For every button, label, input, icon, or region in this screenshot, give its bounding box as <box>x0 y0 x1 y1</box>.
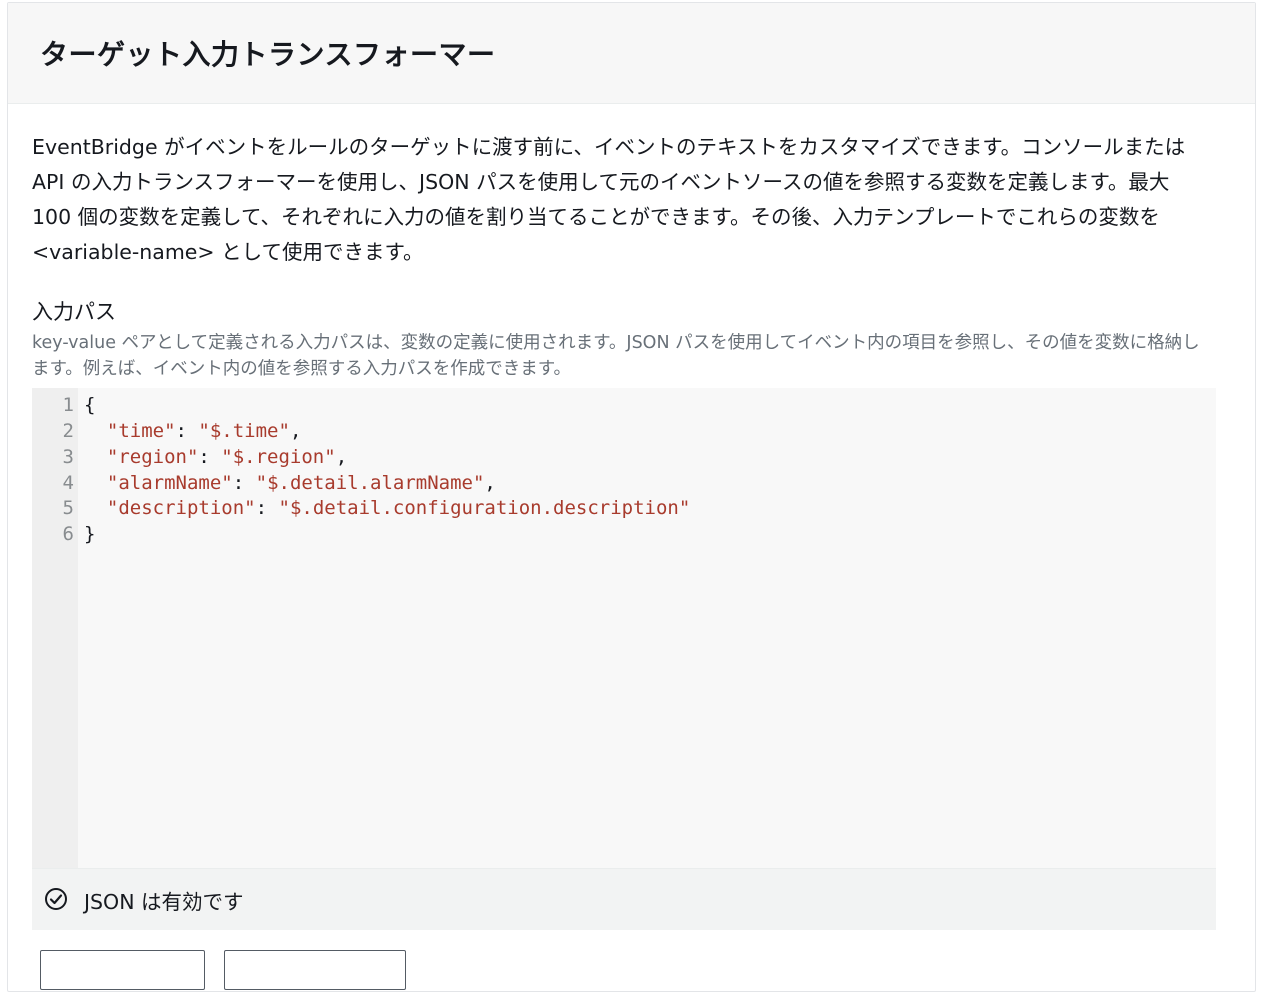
line-number: 1 <box>62 394 74 416</box>
line-number-gutter: 1 2 3 4 5 6 <box>32 388 78 868</box>
panel-header: ターゲット入力トランスフォーマー <box>8 3 1255 104</box>
code-brace-open: { <box>84 394 96 416</box>
json-value: "$.region" <box>221 446 336 468</box>
json-key: "description" <box>106 497 256 519</box>
code-brace-close: } <box>84 523 96 545</box>
code-line[interactable]: { <box>84 394 95 416</box>
code-editor-body[interactable]: 1 2 3 4 5 6 { "time": "$.time", "region"… <box>32 388 1216 868</box>
json-comma: , <box>335 446 348 468</box>
json-valid-text: JSON は有効です <box>84 890 244 914</box>
line-number: 3 <box>62 446 74 468</box>
panel-title: ターゲット入力トランスフォーマー <box>40 38 496 71</box>
json-separator: : <box>175 420 199 442</box>
line-number: 6 <box>62 523 74 545</box>
action-button-primary[interactable] <box>40 950 205 990</box>
json-key: "alarmName" <box>106 472 233 494</box>
json-key: "region" <box>106 446 199 468</box>
code-line[interactable]: "description": "$.detail.configuration.d… <box>84 497 690 519</box>
check-circle-icon <box>45 888 67 910</box>
input-path-label: 入力パス <box>32 300 116 324</box>
json-key: "time" <box>106 420 176 442</box>
json-separator: : <box>232 472 256 494</box>
line-number: 2 <box>62 420 74 442</box>
line-number: 5 <box>62 497 74 519</box>
json-comma: , <box>289 420 302 442</box>
input-path-help: key-value ペアとして定義される入力パスは、変数の定義に使用されます。J… <box>32 333 1200 379</box>
json-value: "$.detail.configuration.description" <box>278 497 691 519</box>
panel-description: EventBridge がイベントをルールのターゲットに渡す前に、イベントのテキ… <box>32 135 1186 264</box>
code-line[interactable]: "alarmName": "$.detail.alarmName", <box>84 472 496 494</box>
code-line[interactable]: "region": "$.region", <box>84 446 347 468</box>
json-value: "$.detail.alarmName" <box>255 472 485 494</box>
json-separator: : <box>255 497 279 519</box>
action-button-secondary[interactable] <box>224 950 406 990</box>
code-line[interactable]: "time": "$.time", <box>84 420 302 442</box>
input-path-code-editor[interactable]: 1 2 3 4 5 6 { "time": "$.time", "region"… <box>32 388 1216 930</box>
json-comma: , <box>484 472 496 494</box>
line-number: 4 <box>62 472 74 494</box>
json-value: "$.time" <box>198 420 290 442</box>
json-separator: : <box>198 446 222 468</box>
json-validation-status: JSON は有効です <box>32 868 1216 930</box>
code-line[interactable]: } <box>84 523 95 545</box>
